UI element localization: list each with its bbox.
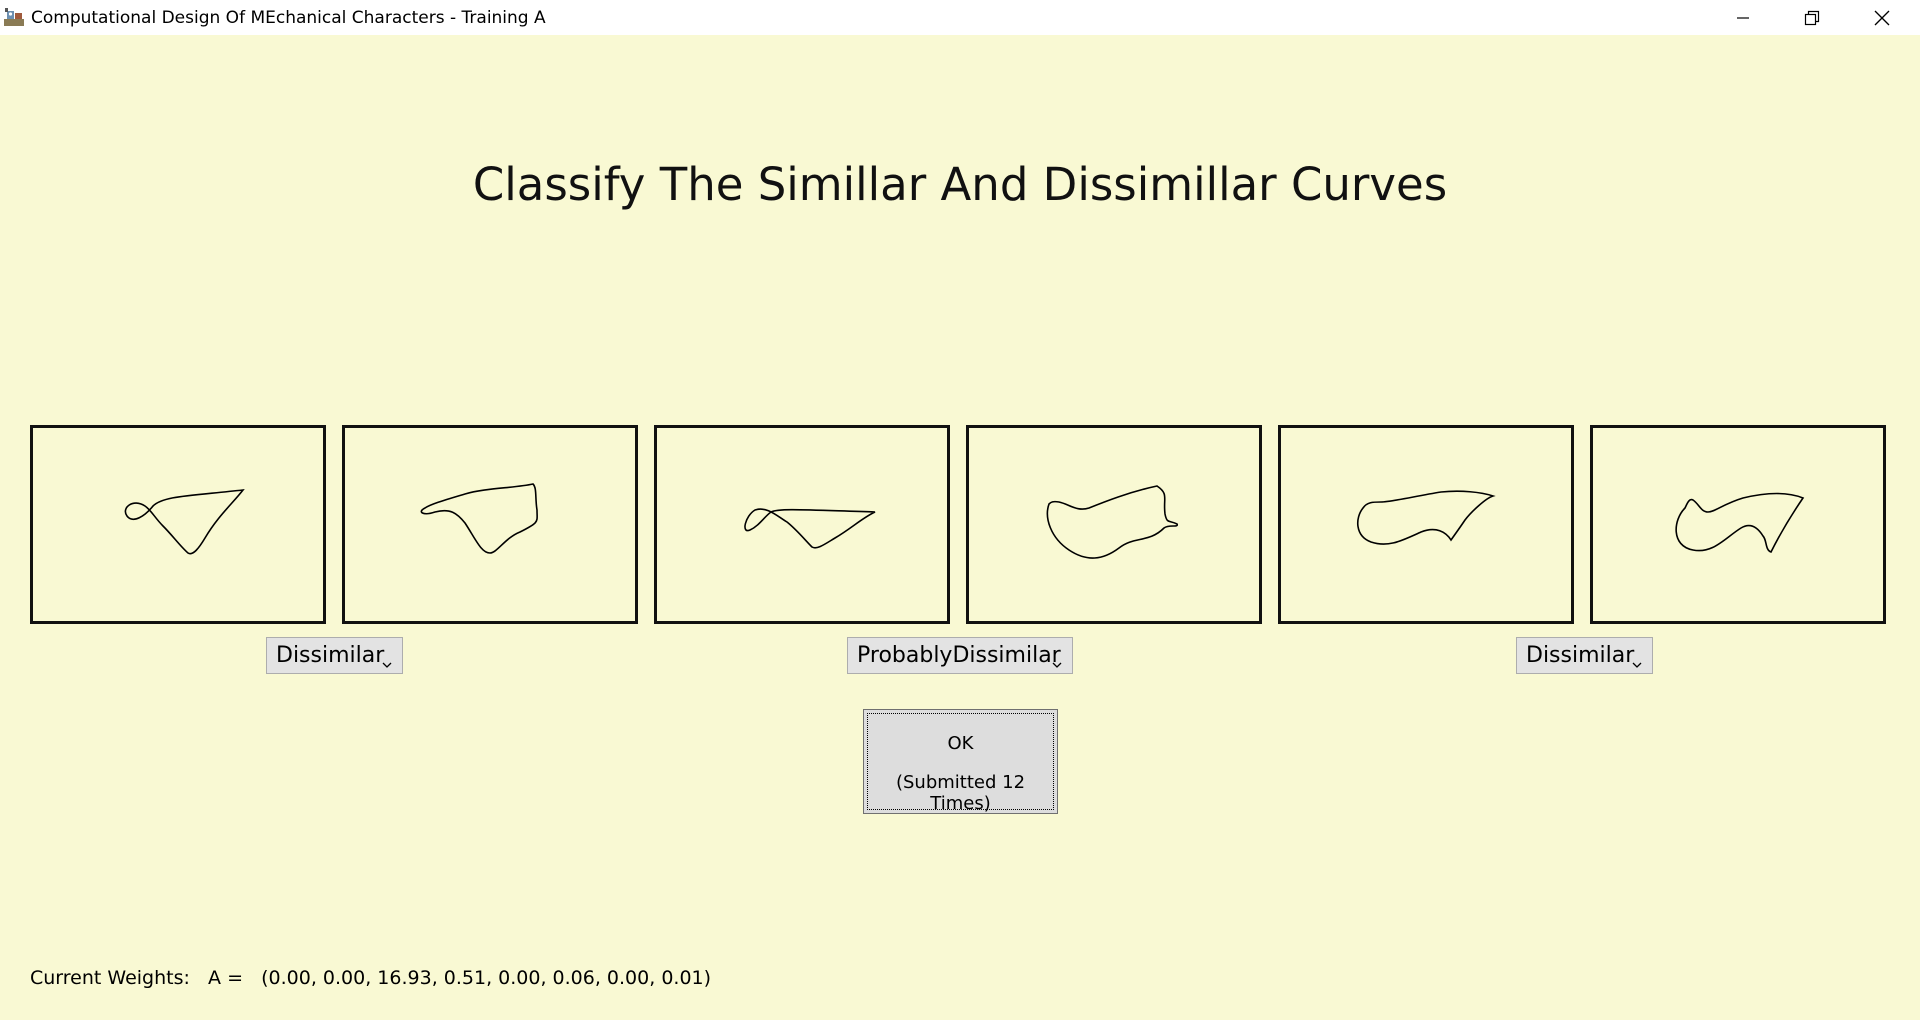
gear-robot-icon bbox=[3, 7, 25, 27]
curve-drawing-5 bbox=[1356, 490, 1496, 545]
curve-panel-5 bbox=[1278, 425, 1574, 624]
classification-select-1[interactable]: Dissimilar bbox=[266, 637, 403, 674]
title-bar: Computational Design Of MEchanical Chara… bbox=[0, 0, 1920, 35]
curve-panel-2 bbox=[342, 425, 638, 624]
curve-drawing-6 bbox=[1675, 492, 1805, 553]
classification-select-3[interactable]: Dissimilar bbox=[1516, 637, 1653, 674]
chevron-down-icon bbox=[1632, 650, 1642, 675]
weights-label: Current Weights: bbox=[30, 967, 190, 989]
select-value-2: ProbablyDissimilar bbox=[857, 643, 1061, 668]
submission-count-label: (Submitted 12 Times) bbox=[895, 772, 1026, 814]
select-value-1: Dissimilar bbox=[276, 643, 385, 668]
page-title: Classify The Simillar And Dissimillar Cu… bbox=[472, 158, 1448, 211]
minimize-button[interactable] bbox=[1709, 0, 1777, 35]
classification-select-2[interactable]: ProbablyDissimilar bbox=[847, 637, 1073, 674]
weights-values: (0.00, 0.00, 16.93, 0.51, 0.00, 0.06, 0.… bbox=[261, 967, 712, 989]
ok-submit-button[interactable]: OK (Submitted 12 Times) bbox=[863, 709, 1058, 814]
window-title: Computational Design Of MEchanical Chara… bbox=[31, 8, 546, 28]
close-button[interactable] bbox=[1848, 0, 1916, 35]
curve-drawing-1 bbox=[124, 489, 245, 555]
restore-icon bbox=[1804, 10, 1820, 26]
curve-drawing-3 bbox=[744, 508, 876, 549]
close-icon bbox=[1874, 10, 1890, 26]
curve-drawing-2 bbox=[420, 483, 538, 554]
curve-drawing-4 bbox=[1046, 485, 1179, 559]
weights-variable: A = bbox=[208, 967, 243, 989]
select-value-3: Dissimilar bbox=[1526, 643, 1635, 668]
chevron-down-icon bbox=[382, 650, 392, 675]
curve-panel-3 bbox=[654, 425, 950, 624]
curve-panel-4 bbox=[966, 425, 1262, 624]
curve-panel-1 bbox=[30, 425, 326, 624]
curve-panel-6 bbox=[1590, 425, 1886, 624]
minimize-icon bbox=[1736, 11, 1750, 25]
current-weights: Current Weights: A = (0.00, 0.00, 16.93,… bbox=[30, 967, 711, 989]
restore-button[interactable] bbox=[1778, 0, 1846, 35]
chevron-down-icon bbox=[1052, 650, 1062, 675]
ok-label: OK bbox=[947, 733, 974, 754]
